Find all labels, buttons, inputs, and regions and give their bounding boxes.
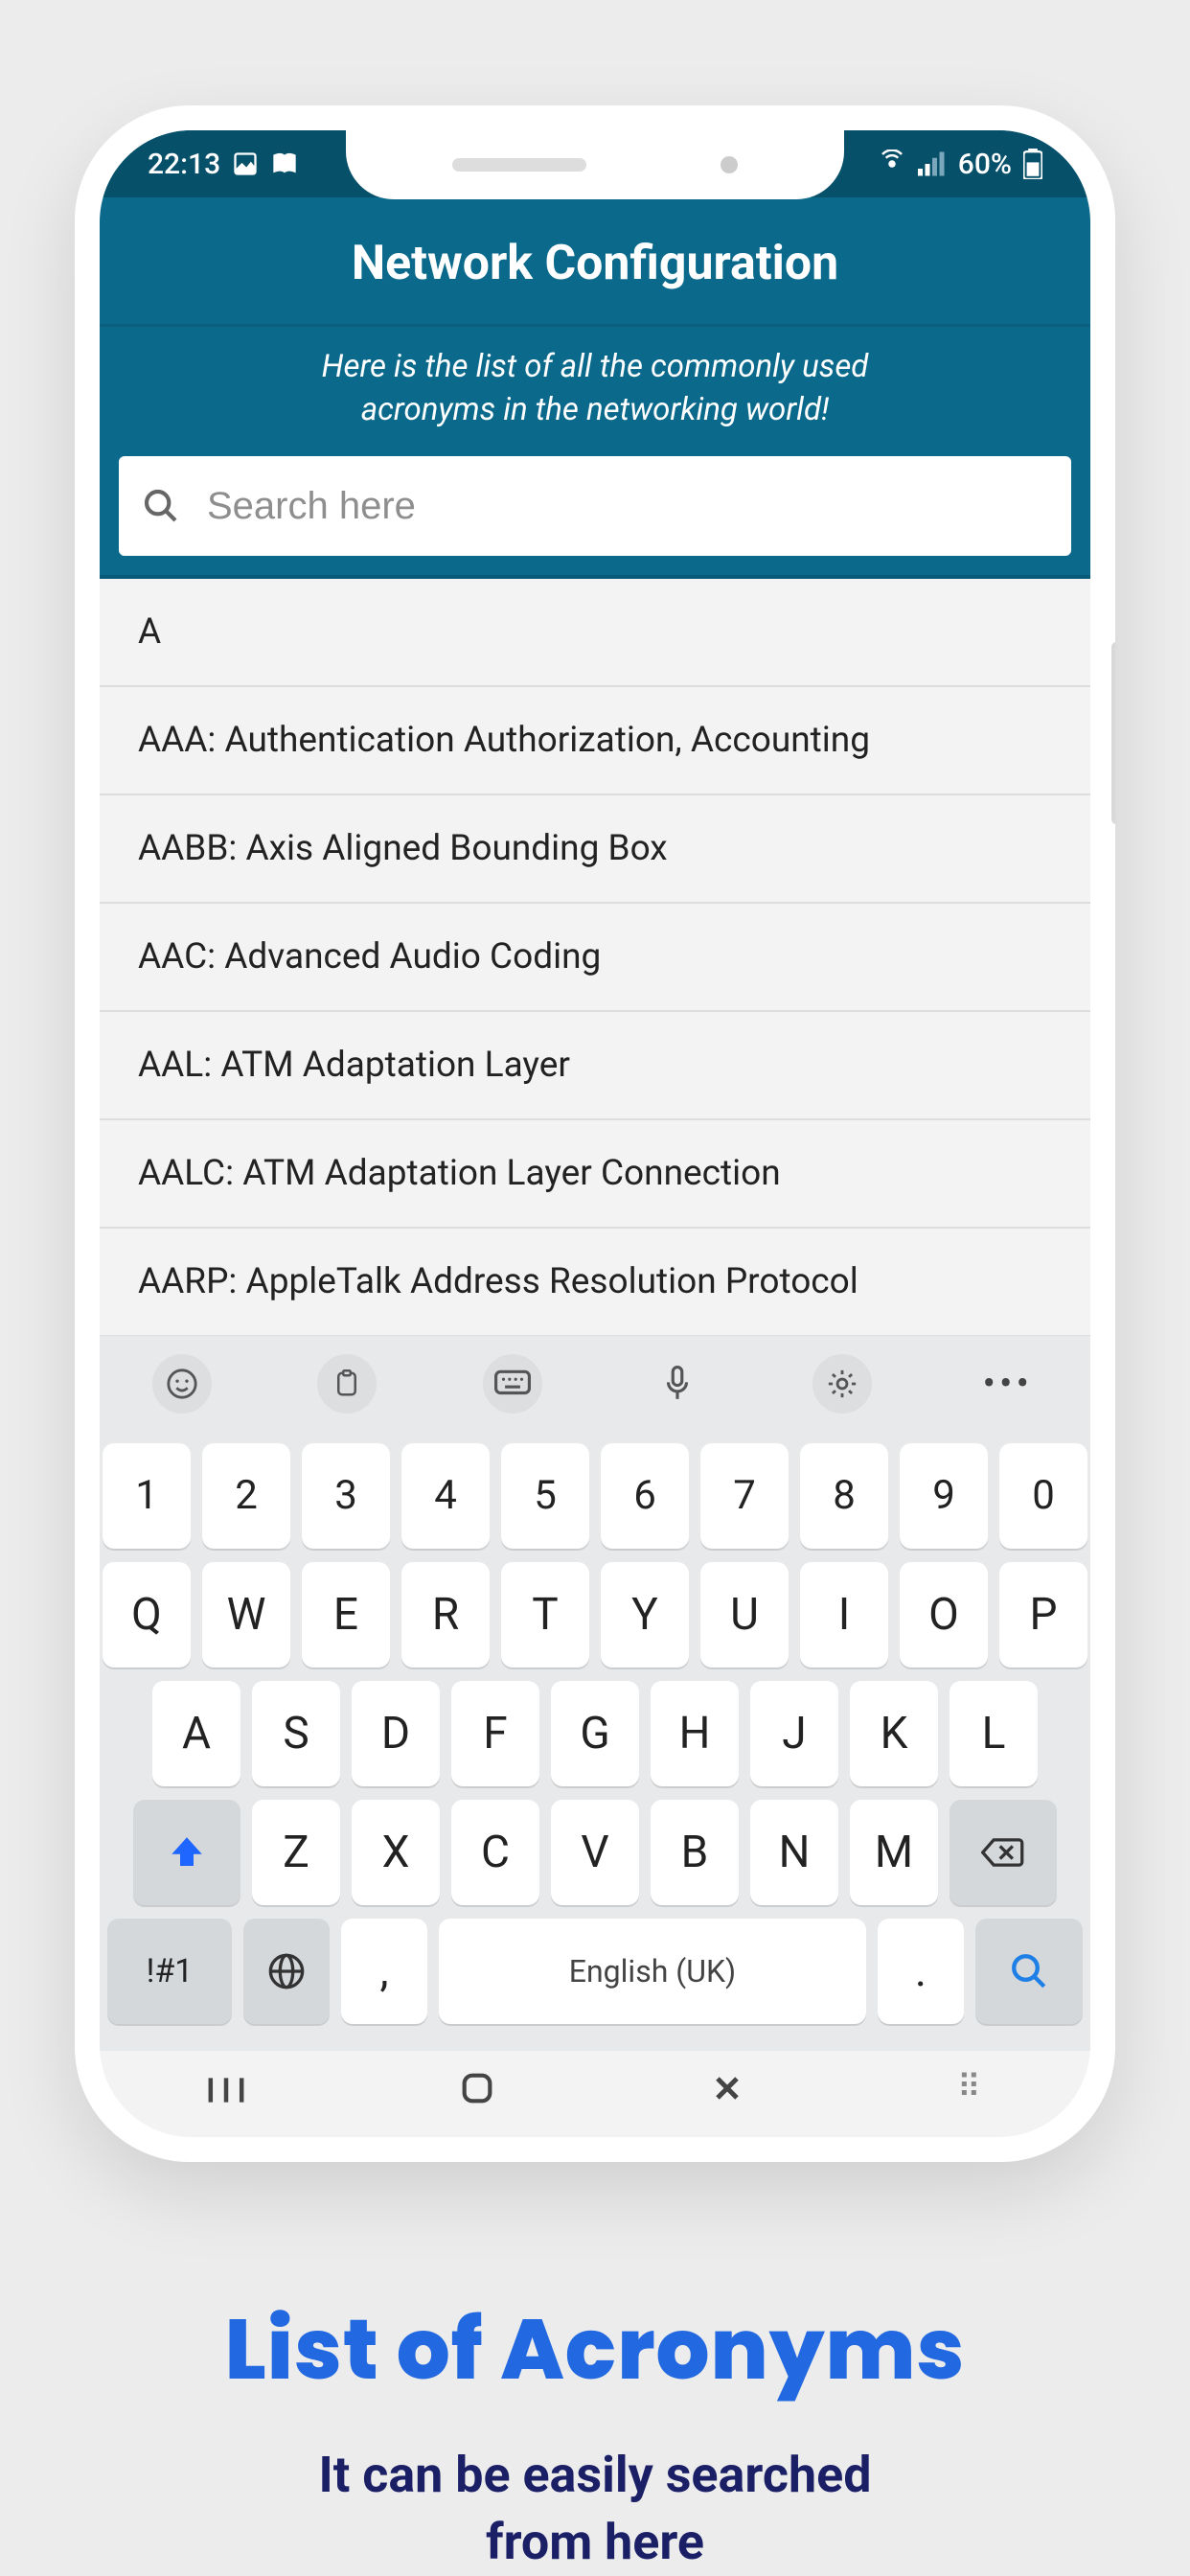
app-title: Network Configuration [100,197,1090,327]
space-key[interactable]: English (UK) [439,1919,866,2024]
list-item[interactable]: AARP: AppleTalk Address Resolution Proto… [100,1229,1090,1336]
notch [346,130,844,199]
marketing-title: List of Acronyms [225,2287,966,2413]
emoji-icon[interactable] [152,1354,212,1414]
list-item[interactable]: AAL: ATM Adaptation Layer [100,1012,1090,1120]
list-section-header: A [100,579,1090,687]
android-navbar: ⠿ [100,2051,1090,2137]
keyboard-row-numbers: 1234567890 [107,1443,1083,1549]
search-box[interactable] [119,456,1071,556]
mic-icon[interactable] [648,1354,707,1414]
language-key[interactable] [243,1919,330,2024]
marketing-block: List of Acronyms It can be easily search… [225,2287,966,2576]
key-j[interactable]: J [750,1681,838,1786]
key-o[interactable]: O [900,1562,988,1668]
image-icon [232,150,259,177]
comma-key[interactable]: , [341,1919,427,2024]
period-key[interactable]: . [878,1919,964,2024]
key-h[interactable]: H [651,1681,739,1786]
shift-key[interactable] [133,1800,240,1905]
list-item[interactable]: AABB: Axis Aligned Bounding Box [100,795,1090,904]
key-4[interactable]: 4 [401,1443,490,1549]
symbols-key[interactable]: !#1 [107,1919,232,2024]
acronym-list[interactable]: AAAA: Authentication Authorization, Acco… [100,579,1090,1336]
marketing-subtitle: It can be easily searched from here [225,2442,966,2576]
key-v[interactable]: V [551,1800,639,1905]
keyboard-toolbar: ••• [100,1336,1090,1432]
list-item[interactable]: AAC: Advanced Audio Coding [100,904,1090,1012]
key-5[interactable]: 5 [501,1443,589,1549]
search-input[interactable] [207,485,1048,528]
settings-gear-icon[interactable] [812,1354,872,1414]
key-2[interactable]: 2 [202,1443,290,1549]
key-3[interactable]: 3 [302,1443,390,1549]
front-camera [721,156,738,173]
key-d[interactable]: D [352,1681,440,1786]
keyboard-mini-icon[interactable] [483,1354,542,1414]
key-i[interactable]: I [800,1562,888,1668]
key-t[interactable]: T [501,1562,589,1668]
keyboard-row-3: ZXCVBNM [107,1800,1083,1905]
key-b[interactable]: B [651,1800,739,1905]
key-u[interactable]: U [700,1562,789,1668]
status-time: 22:13 [148,148,220,181]
marketing-sub-line1: It can be easily searched [225,2442,966,2509]
book-icon [270,150,299,177]
key-x[interactable]: X [352,1800,440,1905]
key-m[interactable]: M [850,1800,938,1905]
key-7[interactable]: 7 [700,1443,789,1549]
more-icon[interactable]: ••• [978,1354,1038,1414]
list-item[interactable]: AALC: ATM Adaptation Layer Connection [100,1120,1090,1229]
key-p[interactable]: P [999,1562,1087,1668]
clipboard-icon[interactable] [317,1354,377,1414]
keyboard-row-1: QWERTYUIOP [107,1562,1083,1668]
key-z[interactable]: Z [252,1800,340,1905]
key-g[interactable]: G [551,1681,639,1786]
marketing-sub-line2: from here [225,2509,966,2576]
key-a[interactable]: A [152,1681,240,1786]
back-nav-icon[interactable] [708,2068,746,2118]
backspace-key[interactable] [950,1800,1057,1905]
key-n[interactable]: N [750,1800,838,1905]
recents-nav-icon[interactable] [205,2068,247,2118]
speaker-grille [452,158,586,172]
keyboard-row-bottom: !#1 , English (UK) . [107,1919,1083,2024]
key-9[interactable]: 9 [900,1443,988,1549]
search-key[interactable] [975,1919,1083,2024]
keyboard: ••• 1234567890 QWERTYUIOP ASDFGHJKL ZXCV… [100,1336,1090,2051]
battery-icon [1023,149,1042,179]
list-item[interactable]: AAA: Authentication Authorization, Accou… [100,687,1090,795]
header-subtitle: Here is the list of all the commonly use… [100,327,1090,456]
key-f[interactable]: F [451,1681,539,1786]
keyboard-row-2: ASDFGHJKL [107,1681,1083,1786]
key-l[interactable]: L [950,1681,1038,1786]
subtitle-line-1: Here is the list of all the commonly use… [157,346,1033,389]
key-6[interactable]: 6 [601,1443,689,1549]
phone-frame: 22:13 60% Network Configuration Here is … [75,105,1115,2162]
key-0[interactable]: 0 [999,1443,1087,1549]
signal-icon [918,151,947,176]
key-y[interactable]: Y [601,1562,689,1668]
home-nav-icon[interactable] [458,2068,496,2118]
key-q[interactable]: Q [103,1562,191,1668]
key-1[interactable]: 1 [103,1443,191,1549]
key-8[interactable]: 8 [800,1443,888,1549]
key-r[interactable]: R [401,1562,490,1668]
phone-screen: 22:13 60% Network Configuration Here is … [100,130,1090,2137]
subtitle-line-2: acronyms in the networking world! [157,389,1033,432]
key-e[interactable]: E [302,1562,390,1668]
keyboard-drag-icon[interactable]: ⠿ [957,2068,985,2106]
key-k[interactable]: K [850,1681,938,1786]
hotspot-icon [878,150,906,178]
side-button [1111,642,1115,824]
key-c[interactable]: C [451,1800,539,1905]
battery-percentage: 60% [958,148,1012,181]
key-w[interactable]: W [202,1562,290,1668]
search-icon [142,487,180,525]
key-s[interactable]: S [252,1681,340,1786]
